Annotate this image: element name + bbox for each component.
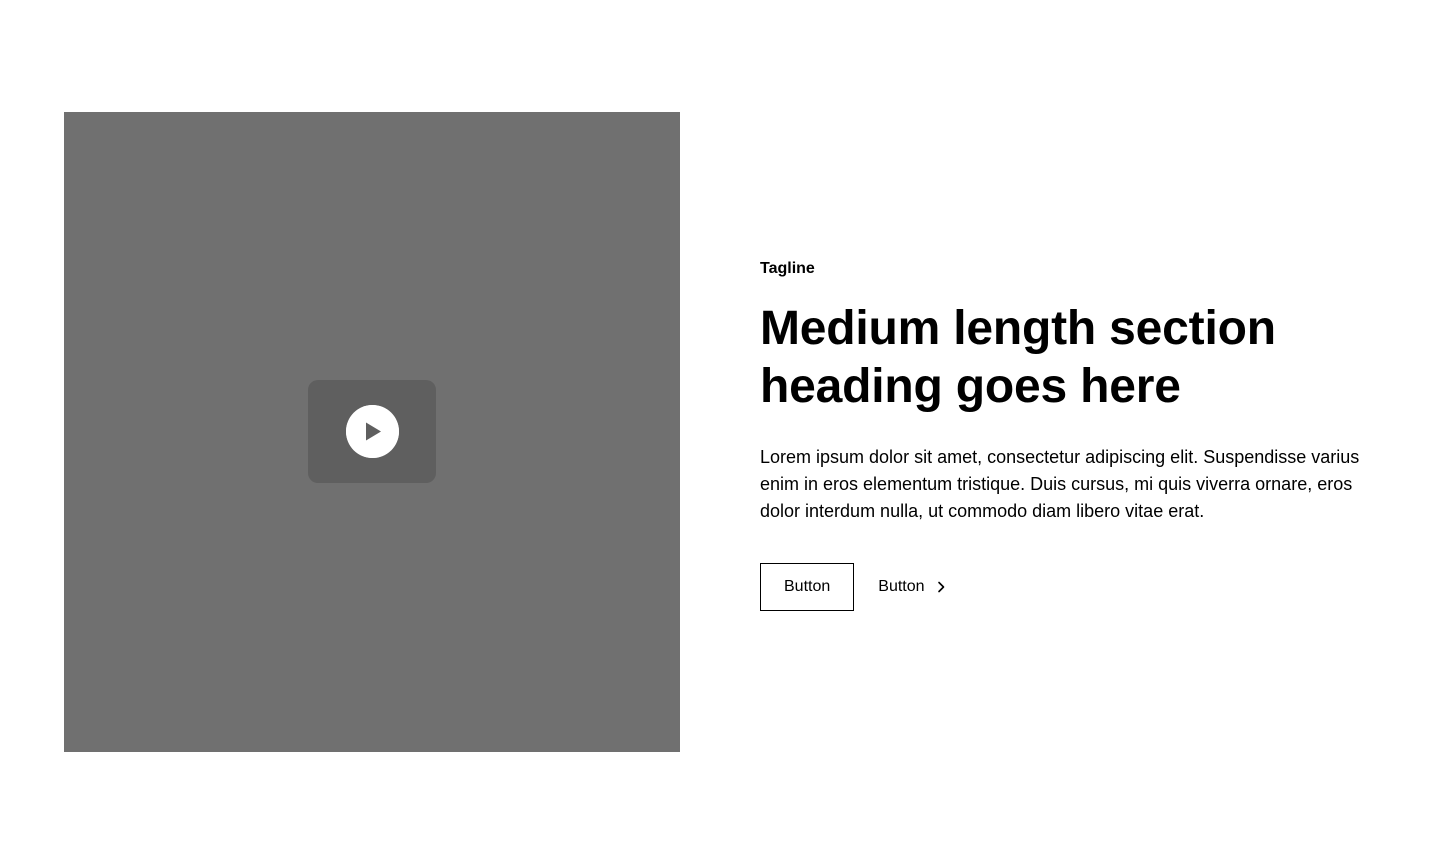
link-button-label: Button [878,578,925,595]
link-button[interactable]: Button [878,563,948,611]
section-body-text: Lorem ipsum dolor sit amet, consectetur … [760,447,1360,521]
play-icon [345,405,399,458]
section-content: Tagline Medium length section heading go… [760,258,1376,611]
video-placeholder [64,112,680,752]
tagline: Tagline [760,260,815,277]
outline-button[interactable]: Button [760,563,855,611]
chevron-right-icon [933,579,949,595]
video-feature-section: Tagline Medium length section heading go… [0,0,1440,864]
section-heading: Medium length section heading goes here [760,302,1276,413]
play-button[interactable] [308,380,436,483]
action-buttons: Button Button [760,563,1376,611]
outline-button-label: Button [784,578,831,595]
